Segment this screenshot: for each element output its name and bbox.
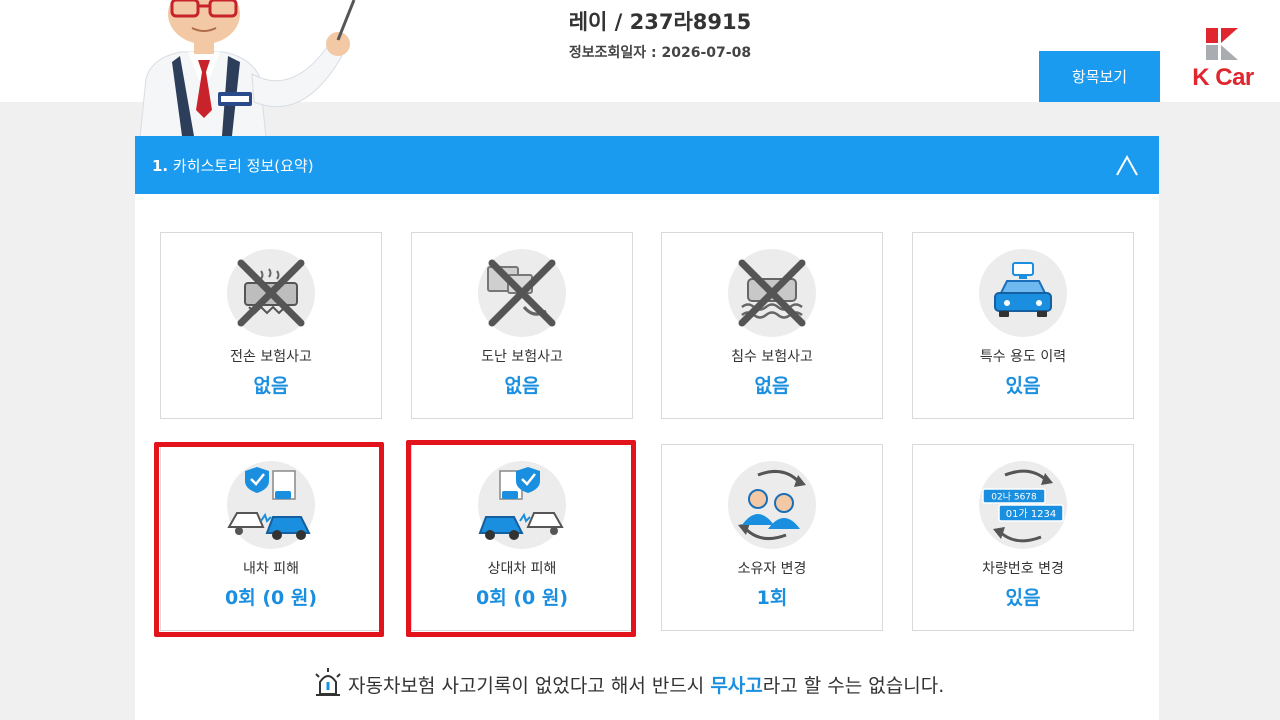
lookup-date-line: 정보조회일자 : 2026-07-08 <box>440 42 880 62</box>
carhistory-summary-panel: 1. 카히스토리 정보(요약) <box>135 136 1159 720</box>
card-value: 없음 <box>253 375 289 397</box>
doctor-mascot-illustration <box>139 0 356 138</box>
theft-crossed-icon <box>478 249 566 337</box>
summary-panel-header[interactable]: 1. 카히스토리 정보(요약) <box>135 136 1159 194</box>
card-value: 없음 <box>504 375 540 397</box>
card-total-loss[interactable]: 전손 보험사고 없음 <box>160 232 382 419</box>
disclaimer-notice: 자동차보험 사고기록이 없었다고 해서 반드시 무사고라고 할 수는 없습니다. <box>312 668 1012 700</box>
kcar-logo-text: K Car <box>1192 64 1254 91</box>
flood-crossed-icon <box>728 249 816 337</box>
plate-change-icon: 02나 5678 01가 1234 <box>979 461 1067 549</box>
card-other-car-damage[interactable]: 상대차 피해 0회 (0 원) <box>411 444 633 631</box>
card-label: 특수 용도 이력 <box>979 349 1067 365</box>
card-plate-change[interactable]: 02나 5678 01가 1234 차량번호 변경 있음 <box>912 444 1134 631</box>
card-label: 차량번호 변경 <box>982 561 1064 577</box>
total-loss-crossed-icon <box>227 249 315 337</box>
panel-title-text: 카히스토리 정보(요약) <box>168 157 314 175</box>
disclaimer-text: 자동차보험 사고기록이 없었다고 해서 반드시 무사고라고 할 수는 없습니다. <box>348 671 944 698</box>
kcar-logo[interactable]: K Car <box>1186 26 1260 92</box>
view-items-button[interactable]: 항목보기 <box>1039 51 1160 102</box>
card-my-car-damage[interactable]: 내차 피해 0회 (0 원) <box>160 444 382 631</box>
siren-alert-icon <box>315 668 341 696</box>
summary-panel-title: 1. 카히스토리 정보(요약) <box>152 155 314 176</box>
card-owner-change[interactable]: 소유자 변경 1회 <box>661 444 883 631</box>
card-label: 침수 보험사고 <box>731 349 813 365</box>
other-car-damage-icon <box>478 461 566 549</box>
card-value: 없음 <box>754 375 790 397</box>
card-value: 0회 (0 원) <box>225 587 317 609</box>
panel-number: 1. <box>152 157 169 175</box>
card-flood[interactable]: 침수 보험사고 없음 <box>661 232 883 419</box>
lookup-date-label: 정보조회일자 : <box>568 45 662 61</box>
owner-change-icon <box>728 461 816 549</box>
card-special-use[interactable]: 특수 용도 이력 있음 <box>912 232 1134 419</box>
card-value: 있음 <box>1005 375 1041 397</box>
old-plate-text: 02나 5678 <box>991 492 1037 503</box>
card-value: 1회 <box>756 587 788 609</box>
disclaimer-text-after: 라고 할 수는 없습니다. <box>762 675 945 697</box>
chevron-up-icon[interactable] <box>1115 153 1139 177</box>
card-label: 소유자 변경 <box>737 561 807 577</box>
disclaimer-text-before: 자동차보험 사고기록이 없었다고 해서 반드시 <box>348 675 711 697</box>
vehicle-title: 레이 / 237라8915 <box>568 10 752 34</box>
special-use-taxi-icon <box>979 249 1067 337</box>
my-car-damage-icon <box>227 461 315 549</box>
disclaimer-emphasis: 무사고 <box>710 675 763 697</box>
card-theft[interactable]: 도난 보험사고 없음 <box>411 232 633 419</box>
card-value: 0회 (0 원) <box>476 587 568 609</box>
card-label: 상대차 피해 <box>487 561 557 577</box>
lookup-date-value: 2026-07-08 <box>661 45 752 61</box>
card-value: 있음 <box>1005 587 1041 609</box>
new-plate-text: 01가 1234 <box>1006 508 1057 520</box>
card-label: 도난 보험사고 <box>481 349 563 365</box>
card-label: 전손 보험사고 <box>230 349 312 365</box>
kcar-logo-mark-icon <box>1206 28 1238 60</box>
card-label: 내차 피해 <box>243 561 299 577</box>
